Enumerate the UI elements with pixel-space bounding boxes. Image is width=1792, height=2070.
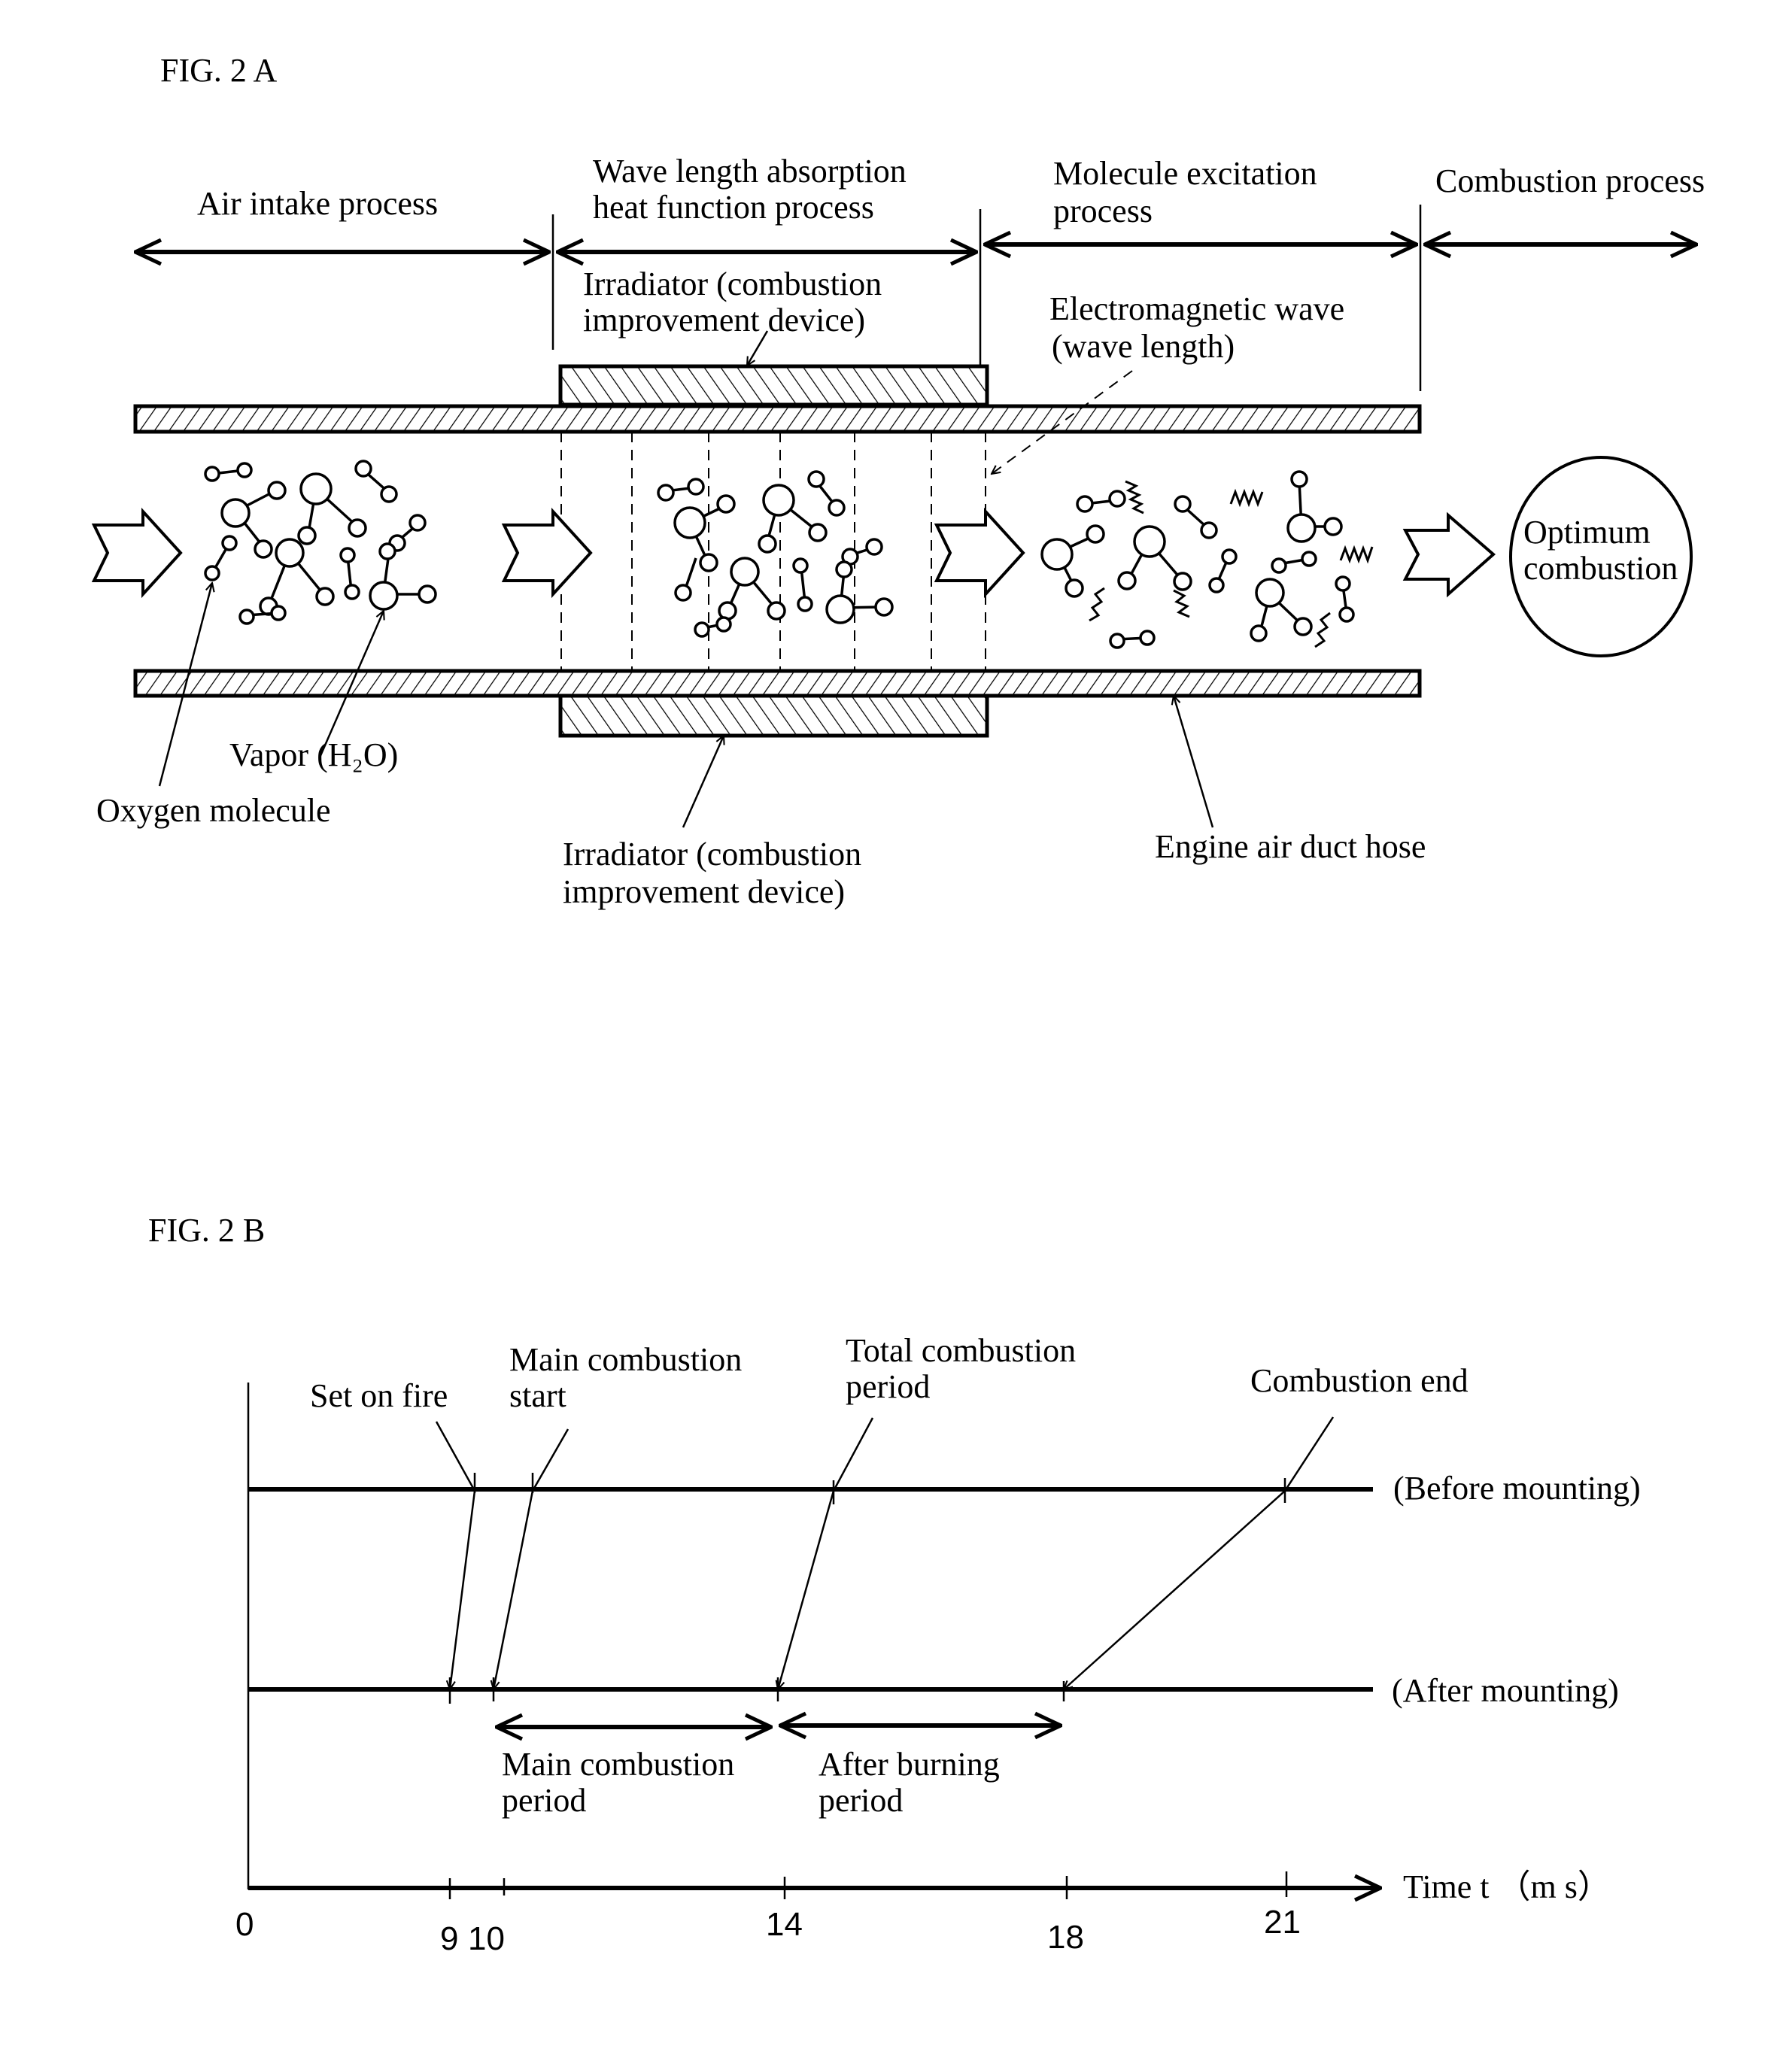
water-molecule-icon	[730, 557, 760, 587]
main-period-label-2: period	[502, 1782, 586, 1819]
fig-2b-title: FIG. 2 B	[148, 1212, 265, 1249]
irradiator-top-label-1: Irradiator (combustion	[583, 266, 882, 302]
process-molecule-excitation-label-1: Molecule excitation	[1053, 155, 1317, 192]
main-start-leader	[494, 1428, 569, 1689]
set-on-fire-label: Set on fire	[310, 1377, 448, 1414]
fig-2a-title: FIG. 2 A	[160, 52, 277, 89]
duct-wall-bottom	[133, 669, 1422, 698]
axis-tick-label: 18	[1047, 1919, 1084, 1956]
process-combustion-label: Combustion process	[1435, 162, 1705, 199]
irradiator-top	[558, 364, 989, 407]
axis-tick-label: 21	[1264, 1904, 1301, 1941]
patent-figure: FIG. 2 A Air intake process Wave length …	[91, 52, 1705, 1957]
oxygen-atom-icon	[204, 466, 220, 482]
flow-arrow-icon	[1402, 511, 1496, 598]
set-on-fire-leader	[435, 1421, 476, 1689]
main-start-label-2: start	[509, 1377, 566, 1414]
irradiator-top-label-2: improvement device)	[583, 302, 865, 338]
process-air-intake-label: Air intake process	[197, 185, 438, 222]
water-molecule-icon	[1286, 513, 1317, 543]
irradiator-bottom-leader	[682, 736, 724, 828]
total-period-leader	[778, 1417, 874, 1689]
oxygen-label: Oxygen molecule	[96, 792, 331, 829]
after-burning-label-2: period	[819, 1782, 903, 1819]
flow-arrow-icon	[501, 507, 593, 599]
process-wave-absorption-label-2: heat function process	[593, 189, 874, 226]
water-molecule-icon	[299, 472, 333, 505]
water-molecule-icon	[1133, 525, 1166, 558]
water-molecule-icon	[275, 538, 305, 568]
flow-arrow-icon	[934, 507, 1025, 599]
water-molecule-icon	[369, 581, 399, 611]
time-axis-label: Time t （m s）	[1403, 1868, 1611, 1905]
molecules-intake	[204, 460, 437, 625]
oxygen-atom-icon	[236, 462, 253, 478]
duct-leader	[1174, 696, 1214, 828]
water-molecule-icon	[1255, 578, 1285, 608]
process-span-arrows	[135, 244, 1696, 252]
water-molecule-icon	[825, 594, 855, 624]
irradiator-bottom-label-1: Irradiator (combustion	[563, 836, 861, 873]
after-mounting-label: (After mounting)	[1392, 1672, 1619, 1709]
optimum-label-2: combustion	[1523, 550, 1678, 587]
molecules-excitation	[1040, 470, 1374, 649]
process-wave-absorption-label-1: Wave length absorption	[593, 153, 907, 190]
process-labels: Air intake process Wave length absorptio…	[197, 153, 1705, 229]
em-wave-label-2: (wave length)	[1052, 328, 1235, 365]
axis-tick-label: 10	[468, 1920, 505, 1957]
total-period-label-2: period	[846, 1368, 930, 1405]
irradiation-dashed-lines	[560, 432, 986, 671]
em-wave-label-1: Electromagnetic wave	[1049, 290, 1344, 327]
irradiator-bottom	[558, 694, 989, 738]
axis-origin-label: 0	[235, 1906, 254, 1943]
water-molecule-icon	[762, 484, 795, 517]
before-mounting-label: (Before mounting)	[1393, 1470, 1641, 1507]
water-molecule-icon	[220, 498, 251, 528]
axis-tick-label: 14	[766, 1906, 803, 1943]
irradiator-bottom-label-2: improvement device)	[563, 873, 845, 910]
vapor-label: Vapor (H₂O)	[229, 736, 398, 773]
duct-wall-top	[133, 404, 1422, 434]
duct-label: Engine air duct hose	[1155, 828, 1426, 865]
process-molecule-excitation-label-2: process	[1053, 193, 1153, 229]
main-start-label-1: Main combustion	[509, 1341, 742, 1378]
molecules-irradiation	[657, 470, 894, 638]
water-molecule-icon	[673, 506, 706, 539]
optimum-label-1: Optimum	[1523, 514, 1651, 551]
total-period-label-1: Total combustion	[846, 1332, 1076, 1369]
combustion-end-leader	[1064, 1416, 1335, 1689]
time-axis-ticks	[448, 1871, 1288, 1899]
flow-arrow-icon	[91, 507, 183, 599]
main-period-label-1: Main combustion	[502, 1746, 734, 1783]
after-burning-label-1: After burning	[819, 1746, 1000, 1783]
combustion-end-label: Combustion end	[1250, 1362, 1469, 1399]
timeline-leaders	[435, 1416, 1335, 1689]
axis-tick-label: 9	[440, 1920, 458, 1957]
water-molecule-icon	[1040, 538, 1074, 571]
